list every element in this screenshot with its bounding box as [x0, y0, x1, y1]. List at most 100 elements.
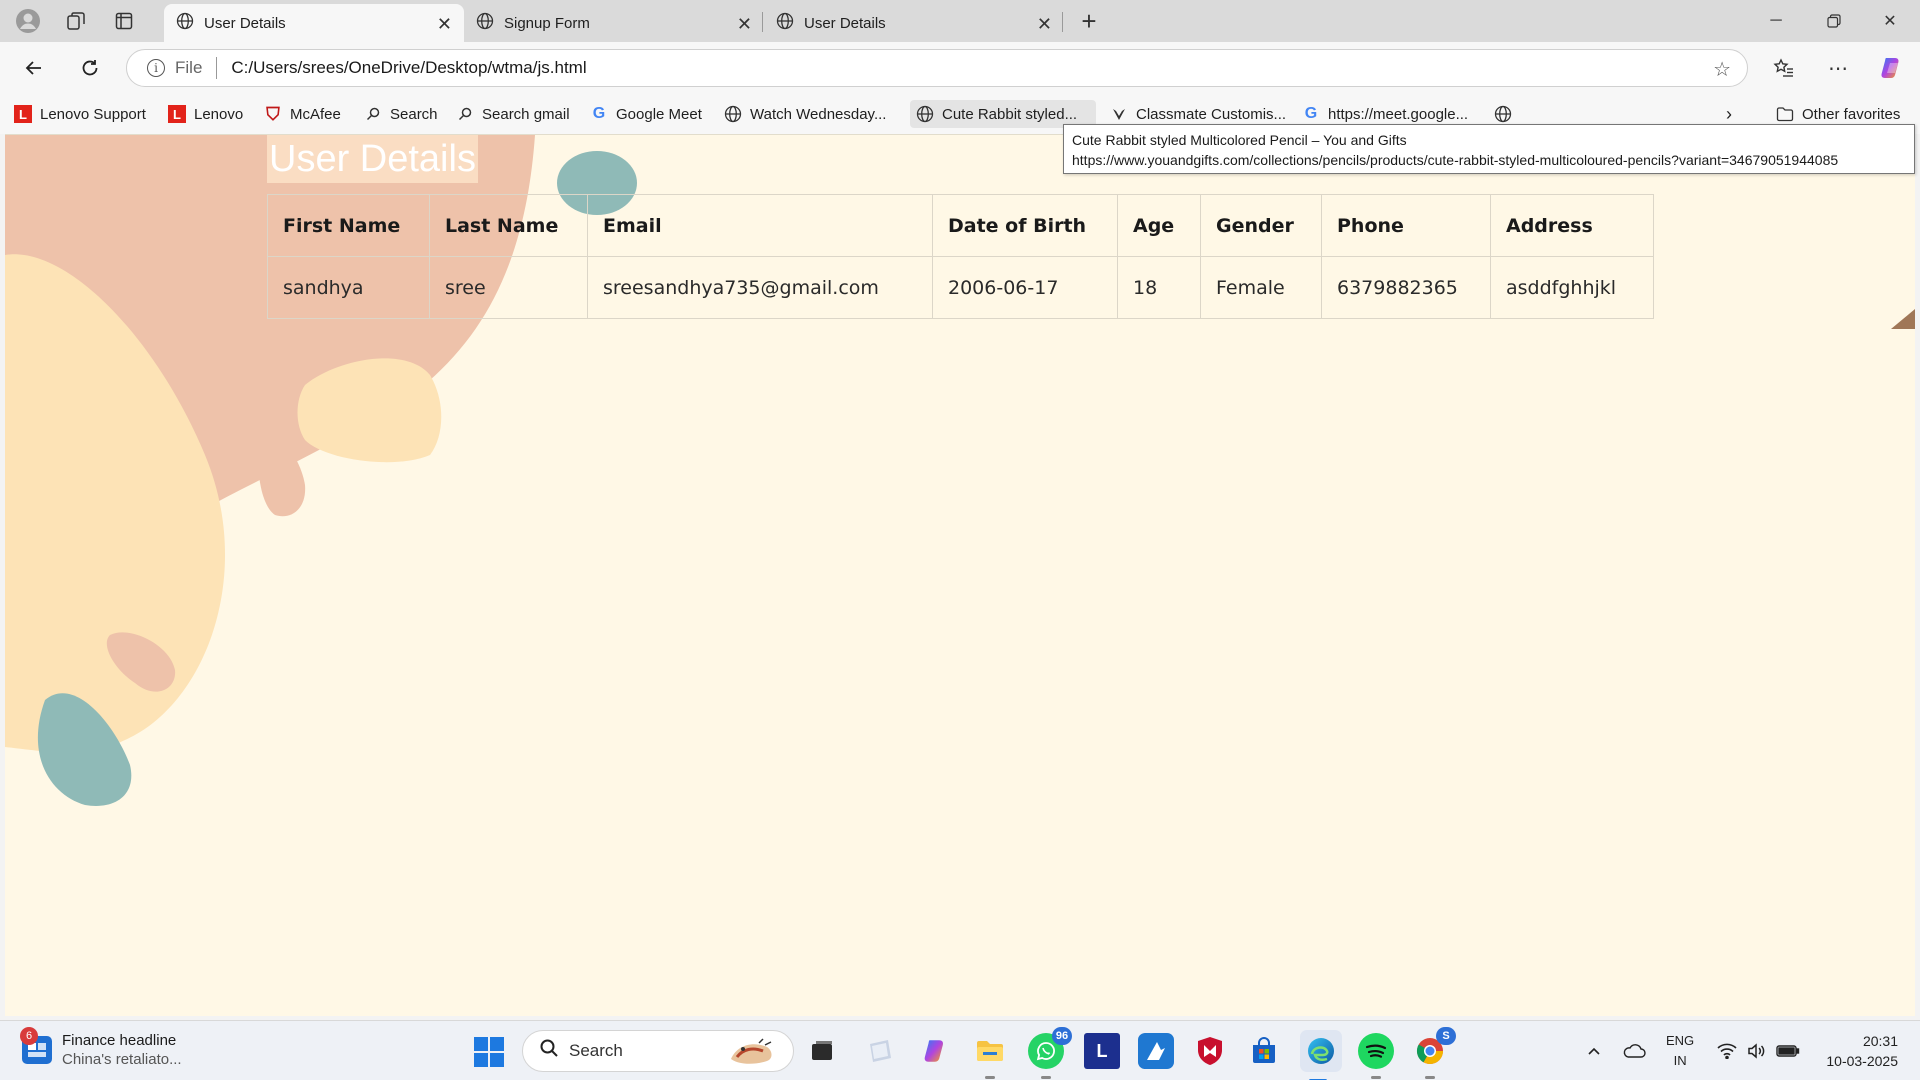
bookmark-label: Classmate Customis...	[1136, 105, 1287, 123]
back-button[interactable]	[16, 50, 52, 86]
mcafee-app[interactable]	[1192, 1033, 1228, 1069]
file-explorer-app[interactable]	[972, 1033, 1008, 1079]
cell-first-name: sandhya	[267, 256, 430, 319]
minimize-button[interactable]: ─	[1748, 0, 1804, 42]
tab-label: User Details	[204, 14, 286, 32]
start-button[interactable]	[474, 1037, 504, 1067]
bookmark-label: Lenovo	[194, 105, 244, 123]
chrome-app[interactable]: S	[1412, 1027, 1456, 1079]
header-address: Address	[1490, 194, 1654, 257]
workspaces-icon[interactable]	[56, 4, 96, 38]
files-app[interactable]	[862, 1033, 898, 1069]
bookmark-mcafee[interactable]: ⛉ McAfee	[258, 100, 347, 128]
url-text[interactable]: C:/Users/srees/OneDrive/Desktop/wtma/js.…	[231, 58, 586, 78]
favorites-icon[interactable]	[1766, 50, 1802, 86]
more-options-icon[interactable]: ⋯	[1820, 50, 1856, 86]
lenovo-vantage-app[interactable]: L	[1084, 1033, 1120, 1069]
close-icon[interactable]: ✕	[437, 14, 452, 35]
tab-user-details-active[interactable]: User Details ✕	[164, 4, 464, 42]
header-date-of-birth: Date of Birth	[932, 194, 1118, 257]
info-icon[interactable]: i	[147, 59, 165, 77]
bookmark-label: McAfee	[290, 105, 341, 123]
running-indicator	[985, 1076, 995, 1079]
header-phone: Phone	[1321, 194, 1491, 257]
battery-icon[interactable]	[1774, 1033, 1802, 1069]
edge-app[interactable]	[1300, 1030, 1342, 1080]
microsoft-store-app[interactable]	[1246, 1033, 1282, 1069]
running-indicator	[1041, 1076, 1051, 1079]
task-view-app[interactable]	[804, 1033, 840, 1069]
lenovo-icon: L	[168, 105, 186, 123]
bookmark-lenovo[interactable]: L Lenovo	[162, 100, 249, 128]
table-row: sandhya sree sreesandhya735@gmail.com 20…	[267, 256, 1654, 319]
bookmark-label: Search gmail	[482, 105, 570, 123]
tab-separator	[762, 12, 763, 32]
scheme-label: File	[175, 58, 203, 77]
header-gender: Gender	[1200, 194, 1322, 257]
bookmark-search[interactable]: Search	[358, 100, 444, 128]
search-icon	[539, 1038, 559, 1064]
running-indicator	[1425, 1076, 1435, 1079]
wifi-icon[interactable]	[1714, 1033, 1740, 1069]
page-viewport: User Details First Name Last Name Email …	[5, 134, 1915, 1016]
bookmark-lenovo-support[interactable]: L Lenovo Support	[8, 100, 152, 128]
bookmark-label: Search	[390, 105, 438, 123]
address-bar[interactable]: i File C:/Users/srees/OneDrive/Desktop/w…	[126, 49, 1748, 87]
refresh-button[interactable]	[72, 50, 108, 86]
search-label: Search	[569, 1041, 623, 1060]
volume-icon[interactable]	[1744, 1033, 1770, 1069]
tab-signup-form[interactable]: Signup Form ✕	[464, 4, 764, 42]
globe-icon	[776, 12, 794, 34]
language-code: ENG	[1666, 1033, 1695, 1048]
cell-date-of-birth: 2006-06-17	[932, 256, 1118, 319]
cell-last-name: sree	[429, 256, 588, 319]
news-icon: 6	[20, 1027, 52, 1064]
new-tab-button[interactable]: +	[1074, 6, 1104, 36]
chrome-profile-badge: S	[1436, 1027, 1456, 1045]
taskbar: 6 Finance headline China's retaliato... …	[0, 1020, 1920, 1080]
drawing-app[interactable]	[1138, 1033, 1174, 1069]
language-indicator[interactable]: ENG IN	[1666, 1031, 1694, 1071]
whatsapp-app[interactable]: 96	[1028, 1027, 1072, 1079]
vertical-tabs-icon[interactable]	[104, 4, 144, 38]
globe-icon	[176, 12, 194, 34]
favorite-star-icon[interactable]: ☆	[1713, 57, 1731, 82]
news-widget[interactable]: 6 Finance headline China's retaliato...	[20, 1027, 182, 1069]
classmate-icon	[1110, 105, 1128, 123]
system-clock[interactable]: 20:31 10-03-2025	[1818, 1031, 1898, 1071]
other-favorites-label: Other favorites	[1802, 105, 1901, 123]
bookmark-label: Cute Rabbit styled...	[942, 105, 1078, 123]
tooltip-title: Cute Rabbit styled Multicolored Pencil –…	[1072, 132, 1407, 148]
bookmark-google-meet[interactable]: G Google Meet	[584, 100, 708, 128]
bookmark-search-gmail[interactable]: Search gmail	[450, 100, 576, 128]
restore-button[interactable]	[1806, 0, 1862, 42]
bookmark-label: https://meet.google...	[1328, 105, 1469, 123]
copilot-icon[interactable]	[1874, 50, 1910, 86]
google-icon: G	[592, 105, 606, 122]
close-icon[interactable]: ✕	[1037, 14, 1052, 35]
spotify-app[interactable]	[1358, 1033, 1394, 1079]
cell-address: asddfghhjkl	[1490, 256, 1654, 319]
news-badge: 6	[20, 1027, 38, 1045]
close-window-button[interactable]: ✕	[1862, 0, 1918, 42]
globe-icon	[916, 105, 934, 123]
news-subtitle: China's retaliato...	[62, 1051, 182, 1068]
whatsapp-badge: 96	[1052, 1027, 1072, 1045]
header-first-name: First Name	[267, 194, 430, 257]
copilot-app[interactable]	[918, 1033, 954, 1069]
region-code: IN	[1673, 1053, 1687, 1068]
taskbar-search[interactable]: Search	[522, 1030, 794, 1072]
show-hidden-icons-chevron-up-icon[interactable]	[1582, 1033, 1606, 1069]
globe-icon	[476, 12, 494, 34]
clock-time: 20:31	[1862, 1033, 1898, 1049]
clock-date: 10-03-2025	[1826, 1053, 1898, 1069]
search-icon	[456, 105, 474, 123]
tab-user-details[interactable]: User Details ✕	[764, 4, 1064, 42]
onedrive-cloud-icon[interactable]	[1620, 1033, 1648, 1069]
news-title: Finance headline	[62, 1032, 177, 1049]
bookmark-watch-wednesday[interactable]: Watch Wednesday...	[718, 100, 892, 128]
tab-label: User Details	[804, 14, 886, 32]
close-icon[interactable]: ✕	[737, 14, 752, 35]
divider	[216, 57, 218, 79]
profile-icon[interactable]	[8, 4, 48, 38]
